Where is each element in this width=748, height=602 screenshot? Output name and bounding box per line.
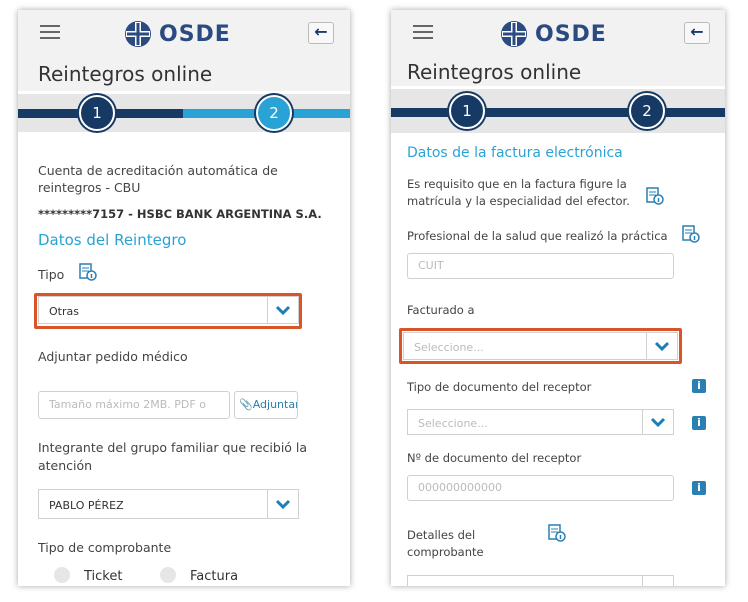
cbu-value: *********7157 - HSBC BANK ARGENTINA S.A. — [38, 207, 322, 221]
tipo-label: Tipo — [38, 267, 65, 282]
section-title-datos-reintegro: Datos del Reintegro — [38, 231, 187, 249]
page-title: Reintegros online — [38, 62, 213, 86]
info-icon[interactable]: i — [692, 379, 706, 393]
osde-logo-mark-icon — [501, 21, 527, 47]
radio-ticket[interactable] — [54, 567, 70, 583]
tipo-doc-select[interactable]: Seleccione... — [407, 409, 674, 435]
detalles-label: Detalles del comprobante — [407, 528, 484, 559]
arrow-left-icon: ← — [690, 22, 704, 41]
menu-icon[interactable] — [413, 25, 433, 39]
tipo-doc-label: Tipo de documento del receptor — [407, 380, 592, 394]
back-button[interactable]: ← — [308, 22, 334, 44]
adjuntar-button[interactable]: 📎Adjuntar — [234, 391, 298, 419]
nro-doc-input[interactable]: 000000000000 — [407, 475, 674, 501]
cuit-input[interactable]: CUIT — [407, 253, 674, 279]
nro-doc-placeholder: 000000000000 — [418, 481, 502, 494]
step-1: 1 — [449, 93, 485, 129]
adjuntar-button-label: Adjuntar — [252, 398, 298, 411]
facturado-label: Facturado a — [407, 303, 475, 317]
tipo-doc-placeholder: Seleccione... — [418, 417, 488, 430]
stepper: 1 2 — [18, 94, 350, 132]
radio-factura-label: Factura — [190, 569, 239, 584]
nro-doc-label: Nº de documento del receptor — [407, 451, 582, 465]
tipo-doc-select-toggle[interactable] — [642, 410, 673, 434]
step-2: 2 — [256, 95, 292, 131]
paperclip-icon: 📎 — [239, 398, 253, 411]
integrante-select[interactable]: PABLO PÉREZ — [38, 489, 299, 519]
section-title-factura: Datos de la factura electrónica — [407, 145, 623, 161]
cuit-placeholder: CUIT — [418, 259, 444, 272]
highlight-box-facturado — [399, 328, 682, 364]
step-2: 2 — [629, 93, 665, 129]
chevron-down-icon — [275, 499, 291, 510]
adjuntar-label: Adjuntar pedido médico — [38, 349, 188, 364]
detalles-select-toggle[interactable] — [642, 576, 673, 586]
step-1: 1 — [79, 95, 115, 131]
logo-wordmark: OSDE — [535, 22, 607, 47]
profesional-label: Profesional de la salud que realizó la p… — [407, 229, 668, 243]
detalles-select[interactable] — [407, 575, 674, 586]
radio-factura[interactable] — [160, 567, 176, 583]
document-info-icon[interactable] — [79, 263, 97, 281]
menu-icon[interactable] — [40, 25, 60, 39]
comprobante-label: Tipo de comprobante — [38, 540, 172, 555]
page-title: Reintegros online — [407, 60, 582, 84]
stepper-line-done — [391, 108, 725, 117]
adjuntar-placeholder: Tamaño máximo 2MB. PDF o — [49, 398, 206, 411]
right-phone-screen: OSDE ← Reintegros online 1 2 Datos de la… — [391, 10, 725, 586]
osde-logo-mark-icon — [125, 21, 151, 47]
cbu-label: Cuenta de acreditación automática de rei… — [38, 163, 278, 195]
arrow-left-icon: ← — [314, 22, 328, 41]
document-info-icon[interactable] — [548, 524, 566, 542]
info-icon[interactable]: i — [692, 416, 706, 430]
left-phone-screen: OSDE ← Reintegros online 1 2 Cuenta de a… — [18, 10, 350, 586]
info-icon[interactable]: i — [692, 481, 706, 495]
document-info-icon[interactable] — [682, 225, 700, 243]
back-button[interactable]: ← — [684, 22, 710, 44]
integrante-select-toggle[interactable] — [267, 490, 298, 518]
integrante-select-value: PABLO PÉREZ — [49, 499, 124, 512]
highlight-box-tipo — [34, 293, 302, 329]
document-info-icon[interactable] — [646, 187, 664, 205]
integrante-label: Integrante del grupo familiar que recibi… — [38, 440, 308, 473]
radio-ticket-label: Ticket — [84, 569, 123, 584]
logo-wordmark: OSDE — [159, 22, 231, 47]
chevron-down-icon — [650, 417, 666, 428]
requisito-text: Es requisito que en la factura figure la… — [407, 177, 630, 208]
stepper: 1 2 — [391, 89, 725, 133]
adjuntar-input[interactable]: Tamaño máximo 2MB. PDF o — [38, 391, 230, 419]
